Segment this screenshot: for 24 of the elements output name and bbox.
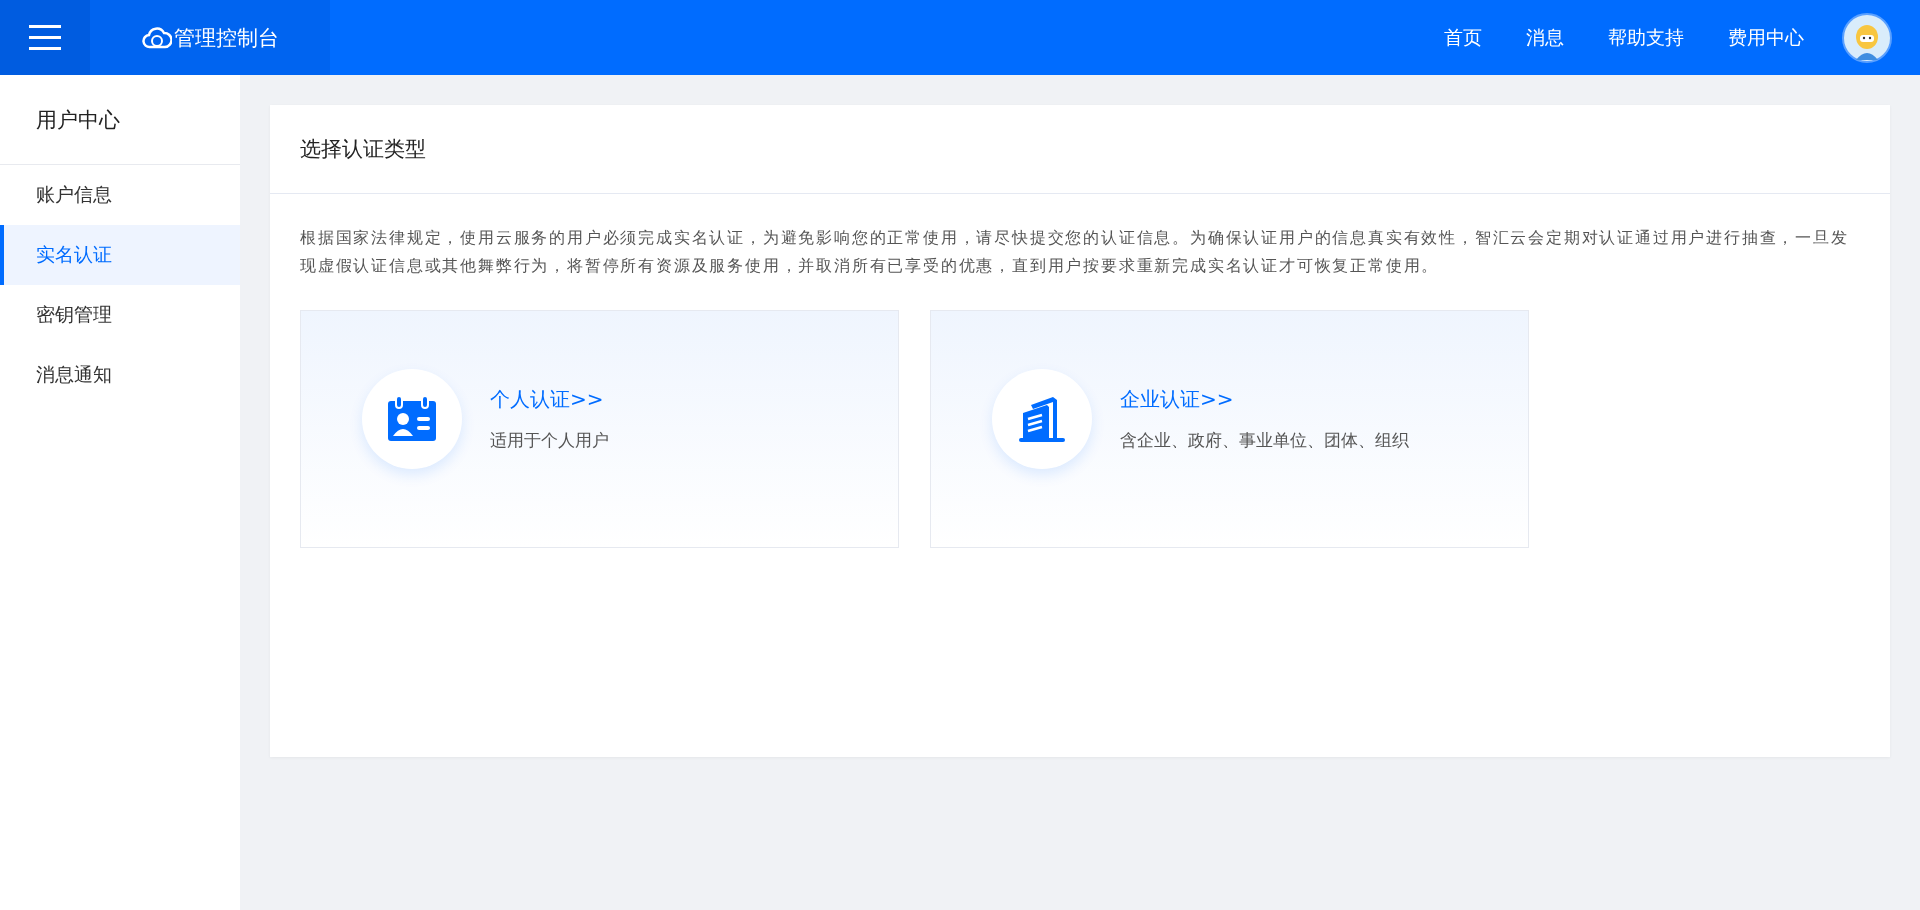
sidebar-item[interactable]: 实名认证: [0, 225, 240, 285]
menu-button[interactable]: [0, 0, 90, 75]
option-title: 个人认证>>: [490, 386, 605, 413]
sidebar-item[interactable]: 密钥管理: [0, 285, 240, 345]
option-subtitle: 含企业、政府、事业单位、团体、组织: [1120, 429, 1409, 452]
verification-option-card[interactable]: 企业认证>> 含企业、政府、事业单位、团体、组织: [930, 310, 1529, 548]
notice-text: 根据国家法律规定，使用云服务的用户必须完成实名认证，为避免影响您的正常使用，请尽快提交您的认证信息。为确保认证用户的信息真实有效性，智汇云会定期对认证通过用户进行抽查，一旦发现虚假认证信息或其他舞弊行为，将暂停所有资源及服务使用，并取消所有已享受的优惠，直到用户按要求重新完成实名认证才可恢复正常使用。: [300, 227, 1850, 277]
card-title: 选择认证类型: [270, 105, 1890, 194]
sidebar-item[interactable]: 消息通知: [0, 345, 240, 405]
nav-link[interactable]: 帮助支持: [1608, 24, 1684, 51]
nav-link[interactable]: 首页: [1444, 24, 1482, 51]
nav-link[interactable]: 费用中心: [1728, 24, 1804, 51]
option-title: 企业认证>>: [1120, 386, 1235, 413]
nav-link[interactable]: 消息: [1526, 24, 1564, 51]
cloud-logo-icon: [141, 26, 172, 49]
logo-text: 管理控制台: [173, 24, 279, 52]
verification-option-card[interactable]: 个人认证>> 适用于个人用户: [300, 310, 899, 548]
avatar-icon[interactable]: [1842, 12, 1892, 63]
option-subtitle: 适用于个人用户: [490, 429, 609, 452]
sidebar-title: 用户中心: [0, 75, 240, 165]
id-card-icon: [387, 395, 437, 443]
menu-icon: [29, 24, 61, 51]
sidebar-item[interactable]: 账户信息: [0, 165, 240, 225]
building-icon: [1017, 395, 1067, 443]
